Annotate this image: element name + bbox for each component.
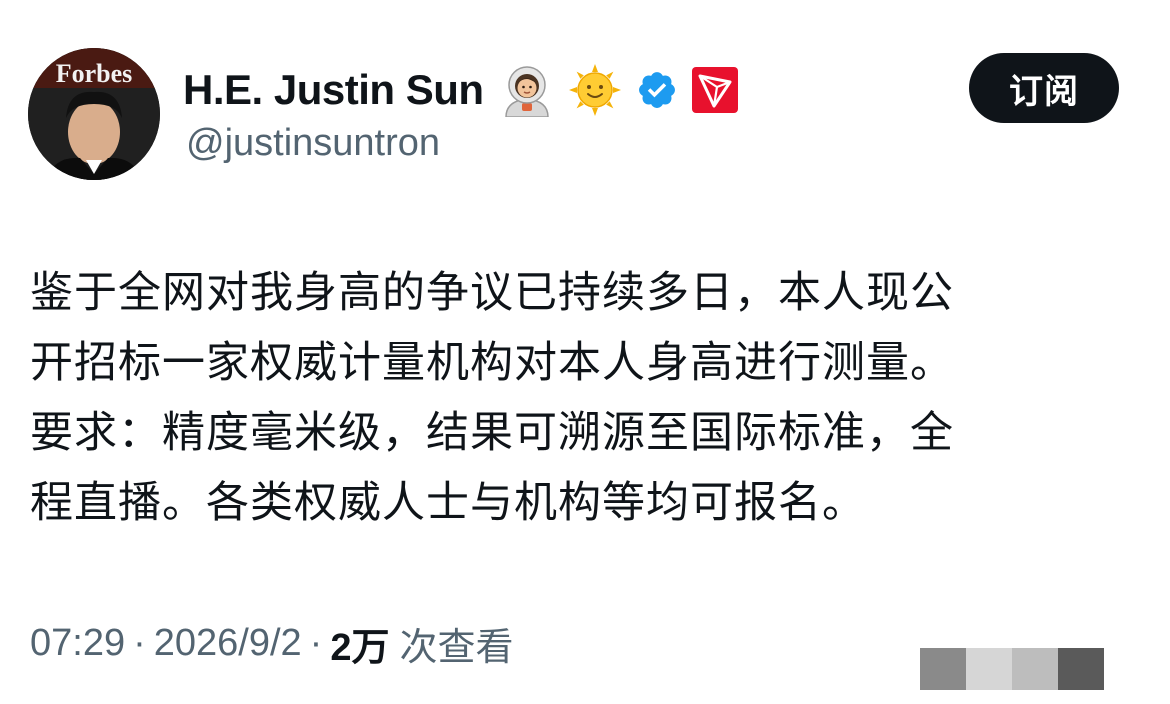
- verified-badge-icon[interactable]: [636, 69, 678, 111]
- subscribe-button[interactable]: 订阅: [969, 53, 1119, 123]
- meta-separator: ·: [133, 622, 146, 664]
- user-handle[interactable]: @justinsuntron: [186, 122, 440, 165]
- avatar[interactable]: Forbes: [28, 48, 160, 180]
- tweet-text: 鉴于全网对我身高的争议已持续多日，本人现公 开招标一家权威计量机构对本人身高进行…: [30, 258, 1140, 538]
- tron-logo-icon: [691, 67, 738, 113]
- watermark: [920, 648, 1104, 690]
- name-icons: [500, 63, 738, 117]
- tweet-meta: 07:29 · 2026/9/2 · 2万 次查看: [30, 616, 513, 671]
- display-name-row: H.E. Justin Sun: [183, 60, 738, 120]
- meta-separator: ·: [309, 622, 323, 664]
- tweet-date[interactable]: 2026/9/2: [154, 622, 302, 665]
- tweet-text-line: 要求：精度毫米级，结果可溯源至国际标准，全: [30, 408, 954, 458]
- views-count[interactable]: 2万: [330, 616, 389, 671]
- avatar-image: Forbes: [28, 48, 160, 180]
- tweet-text-line: 开招标一家权威计量机构对本人身高进行测量。: [30, 338, 954, 388]
- tweet-text-line: 程直播。各类权威人士与机构等均可报名。: [30, 478, 866, 528]
- avatar-magazine-text: Forbes: [56, 59, 133, 88]
- views-label: 次查看: [399, 627, 514, 669]
- sun-face-emoji-icon: [568, 64, 621, 116]
- display-name[interactable]: H.E. Justin Sun: [183, 66, 484, 114]
- tweet-time[interactable]: 07:29: [30, 622, 125, 665]
- tweet-text-line: 鉴于全网对我身高的争议已持续多日，本人现公: [30, 268, 954, 318]
- astronaut-emoji-icon: [504, 66, 549, 117]
